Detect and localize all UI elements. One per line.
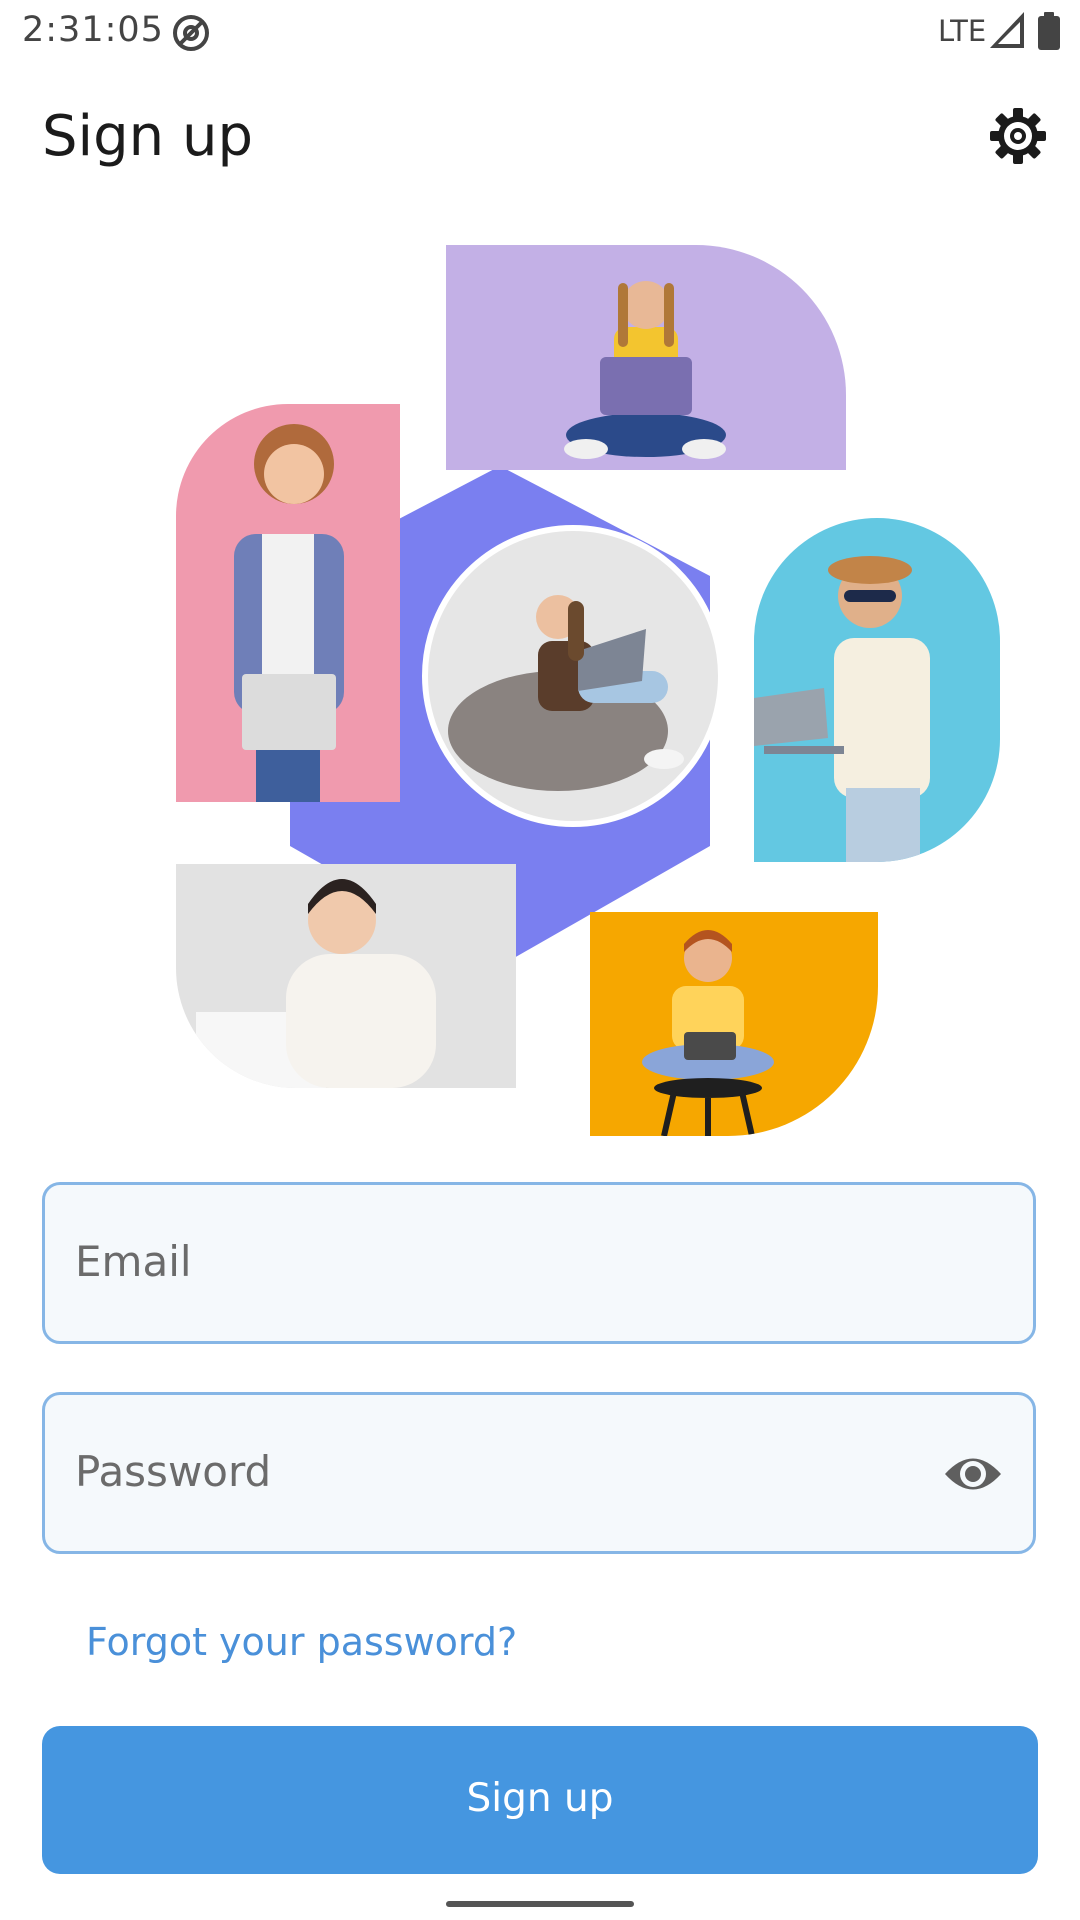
eye-icon[interactable] bbox=[943, 1449, 1003, 1499]
photo-woman-white bbox=[176, 864, 516, 1088]
photo-boy-chair bbox=[590, 912, 878, 1136]
email-field[interactable]: Email bbox=[42, 1182, 1036, 1344]
email-placeholder: Email bbox=[75, 1237, 192, 1286]
photo-man-sunglasses bbox=[754, 518, 1000, 862]
status-time: 2:31:05 bbox=[22, 10, 164, 50]
signal-icon bbox=[990, 12, 1024, 52]
hero-illustration bbox=[170, 240, 1000, 1140]
at-sign-icon bbox=[172, 14, 210, 56]
photo-girl-laptop bbox=[446, 245, 846, 470]
photo-girl-beanbag bbox=[422, 525, 724, 827]
sign-up-button[interactable]: Sign up bbox=[42, 1726, 1038, 1874]
page-title: Sign up bbox=[42, 104, 253, 169]
password-placeholder: Password bbox=[75, 1447, 272, 1496]
network-type: LTE bbox=[938, 14, 987, 48]
status-bar: 2:31:05 LTE bbox=[0, 0, 1080, 64]
forgot-password-link[interactable]: Forgot your password? bbox=[86, 1620, 517, 1664]
app-bar: Sign up bbox=[0, 64, 1080, 214]
password-field[interactable]: Password bbox=[42, 1392, 1036, 1554]
home-indicator[interactable] bbox=[446, 1901, 634, 1907]
battery-icon bbox=[1038, 12, 1060, 54]
gear-icon bbox=[986, 108, 1050, 172]
settings-button[interactable] bbox=[986, 104, 1050, 168]
photo-woman-pink bbox=[176, 404, 400, 802]
sign-up-button-label: Sign up bbox=[466, 1776, 614, 1821]
